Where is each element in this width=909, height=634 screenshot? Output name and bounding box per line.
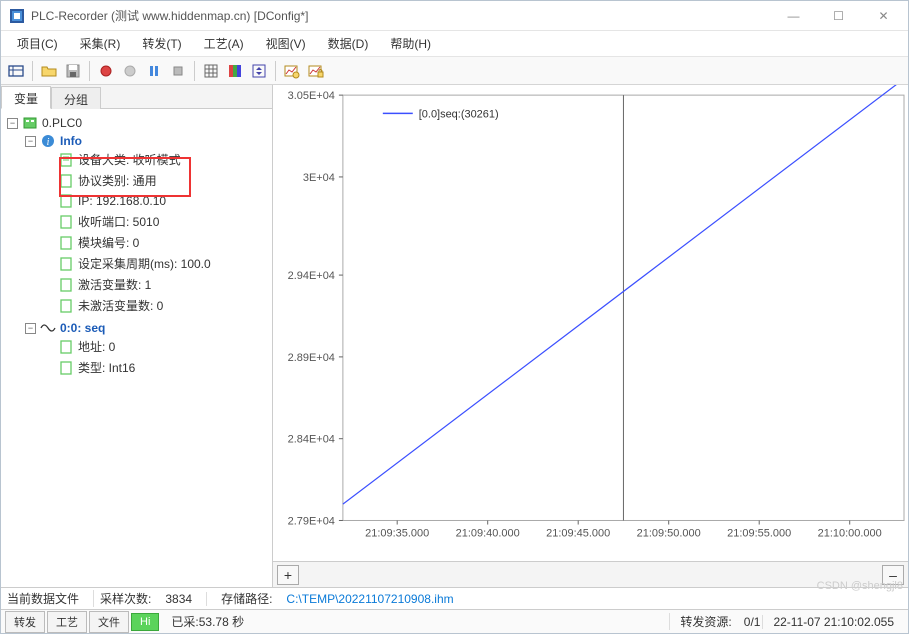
svg-text:3.05E+04: 3.05E+04 bbox=[288, 90, 335, 102]
toolbar bbox=[1, 57, 908, 85]
minimize-button[interactable]: — bbox=[771, 2, 816, 30]
chart-lock-icon[interactable] bbox=[305, 60, 327, 82]
record-disabled-icon[interactable] bbox=[119, 60, 141, 82]
svg-text:3E+04: 3E+04 bbox=[303, 172, 335, 184]
tree-info[interactable]: − i Info bbox=[25, 133, 270, 149]
open-icon[interactable] bbox=[38, 60, 60, 82]
save-icon[interactable] bbox=[62, 60, 84, 82]
svg-text:[0.0]seq:(30261): [0.0]seq:(30261) bbox=[419, 108, 499, 120]
status-samples-label: 采样次数: bbox=[100, 590, 151, 607]
minus-button[interactable]: – bbox=[882, 565, 904, 585]
doc-icon bbox=[58, 339, 74, 355]
menu-collect[interactable]: 采集(R) bbox=[70, 32, 131, 55]
window-title: PLC-Recorder (测试 www.hiddenmap.cn) [DCon… bbox=[31, 7, 771, 24]
tree-item-inactive[interactable]: 未激活变量数: 0 bbox=[43, 297, 270, 314]
doc-icon bbox=[58, 277, 74, 293]
status-btn-file[interactable]: 文件 bbox=[89, 611, 129, 633]
tree-seq[interactable]: − 0:0: seq bbox=[25, 320, 270, 336]
menu-view[interactable]: 视图(V) bbox=[256, 32, 316, 55]
titlebar: PLC-Recorder (测试 www.hiddenmap.cn) [DCon… bbox=[1, 1, 908, 31]
record-icon[interactable] bbox=[95, 60, 117, 82]
status-samples-value: 3834 bbox=[157, 592, 207, 606]
doc-icon bbox=[58, 235, 74, 251]
tree-item-addr[interactable]: 地址: 0 bbox=[43, 338, 270, 355]
chart-svg: 2.79E+04 2.84E+04 2.89E+04 2.94E+04 3E+04 3.0… bbox=[273, 85, 908, 561]
svg-text:2.84E+04: 2.84E+04 bbox=[288, 434, 335, 446]
svg-text:21:09:45.000: 21:09:45.000 bbox=[546, 528, 610, 540]
doc-icon bbox=[58, 152, 74, 168]
grid-icon[interactable] bbox=[200, 60, 222, 82]
svg-text:21:09:35.000: 21:09:35.000 bbox=[365, 528, 429, 540]
svg-text:21:09:40.000: 21:09:40.000 bbox=[456, 528, 520, 540]
doc-icon bbox=[58, 360, 74, 376]
tree-item-protocol[interactable]: 协议类别: 通用 bbox=[43, 172, 270, 189]
menu-help[interactable]: 帮助(H) bbox=[380, 32, 441, 55]
app-icon bbox=[9, 8, 25, 24]
tree-item-module[interactable]: 模块编号: 0 bbox=[43, 234, 270, 251]
status-fwd-label: 转发资源: bbox=[669, 613, 741, 630]
menu-data[interactable]: 数据(D) bbox=[318, 32, 379, 55]
tree-item-type[interactable]: 类型: Int16 bbox=[43, 359, 270, 376]
stop-icon[interactable] bbox=[167, 60, 189, 82]
tree-root-label: 0.PLC0 bbox=[42, 116, 82, 130]
status-btn-forward[interactable]: 转发 bbox=[5, 611, 45, 633]
expander-icon[interactable]: − bbox=[25, 136, 36, 147]
svg-text:21:09:55.000: 21:09:55.000 bbox=[727, 528, 791, 540]
tree-item-period[interactable]: 设定采集周期(ms): 100.0 bbox=[43, 255, 270, 272]
status-bar-1: 当前数据文件 采样次数: 3834 存储路径: C:\TEMP\20221107… bbox=[1, 587, 908, 609]
right-panel: 2.79E+04 2.84E+04 2.89E+04 2.94E+04 3E+04 3.0… bbox=[273, 85, 908, 587]
status-btn-process[interactable]: 工艺 bbox=[47, 611, 87, 633]
colors-icon[interactable] bbox=[224, 60, 246, 82]
status-fwd-value: 0/1 bbox=[744, 615, 761, 629]
status-time: 22-11-07 21:10:02.055 bbox=[762, 615, 904, 629]
chart-button-row: + – bbox=[273, 561, 908, 587]
svg-text:21:09:50.000: 21:09:50.000 bbox=[637, 528, 701, 540]
doc-icon bbox=[58, 173, 74, 189]
tree-info-label: Info bbox=[60, 134, 82, 148]
status-elapsed: 已采:53.78 秒 bbox=[161, 613, 244, 630]
tree-view[interactable]: − 0.PLC0 − i Info bbox=[1, 109, 272, 587]
menu-forward[interactable]: 转发(T) bbox=[132, 32, 191, 55]
doc-icon bbox=[58, 214, 74, 230]
doc-icon bbox=[58, 193, 74, 209]
tree-item-ip[interactable]: IP: 192.168.0.10 bbox=[43, 193, 270, 209]
tree-item-active[interactable]: 激活变量数: 1 bbox=[43, 276, 270, 293]
left-tabs: 变量 分组 bbox=[1, 85, 272, 109]
info-icon: i bbox=[40, 133, 56, 149]
expander-icon[interactable]: − bbox=[25, 323, 36, 334]
svg-text:2.94E+04: 2.94E+04 bbox=[288, 270, 335, 282]
tree-root[interactable]: − 0.PLC0 bbox=[7, 115, 270, 131]
status-file-label: 当前数据文件 bbox=[7, 590, 94, 607]
tree-item-device[interactable]: 设备大类: 收听模式 bbox=[43, 151, 270, 168]
status-path-value[interactable]: C:\TEMP\20221107210908.ihm bbox=[278, 592, 453, 606]
chart-export-icon[interactable] bbox=[281, 60, 303, 82]
plus-button[interactable]: + bbox=[277, 565, 299, 585]
status-path-label: 存储路径: bbox=[213, 590, 272, 607]
tab-variables[interactable]: 变量 bbox=[1, 86, 51, 109]
updown-icon[interactable] bbox=[248, 60, 270, 82]
plc-icon bbox=[22, 115, 38, 131]
menu-project[interactable]: 项目(C) bbox=[7, 32, 68, 55]
svg-text:21:10:00.000: 21:10:00.000 bbox=[818, 528, 882, 540]
tree-seq-label: 0:0: seq bbox=[60, 321, 105, 335]
svg-text:i: i bbox=[47, 137, 50, 148]
pause-icon[interactable] bbox=[143, 60, 165, 82]
menubar: 项目(C) 采集(R) 转发(T) 工艺(A) 视图(V) 数据(D) 帮助(H… bbox=[1, 31, 908, 57]
tab-groups[interactable]: 分组 bbox=[51, 87, 101, 109]
close-button[interactable]: ✕ bbox=[861, 2, 906, 30]
expander-icon[interactable]: − bbox=[7, 118, 18, 129]
left-panel: 变量 分组 − 0.PLC0 − bbox=[1, 85, 273, 587]
tree-item-port[interactable]: 收听端口: 5010 bbox=[43, 213, 270, 230]
wave-icon bbox=[40, 320, 56, 336]
window-layout-icon[interactable] bbox=[5, 60, 27, 82]
doc-icon bbox=[58, 256, 74, 272]
svg-text:2.89E+04: 2.89E+04 bbox=[288, 352, 335, 364]
doc-icon bbox=[58, 298, 74, 314]
status-btn-hi[interactable]: Hi bbox=[131, 613, 159, 631]
status-bar-2: 转发 工艺 文件 Hi 已采:53.78 秒 转发资源: 0/1 22-11-0… bbox=[1, 609, 908, 633]
svg-text:2.79E+04: 2.79E+04 bbox=[288, 515, 335, 527]
menu-process[interactable]: 工艺(A) bbox=[194, 32, 254, 55]
chart-area[interactable]: 2.79E+04 2.84E+04 2.89E+04 2.94E+04 3E+04 3.0… bbox=[273, 85, 908, 561]
maximize-button[interactable]: ☐ bbox=[816, 2, 861, 30]
